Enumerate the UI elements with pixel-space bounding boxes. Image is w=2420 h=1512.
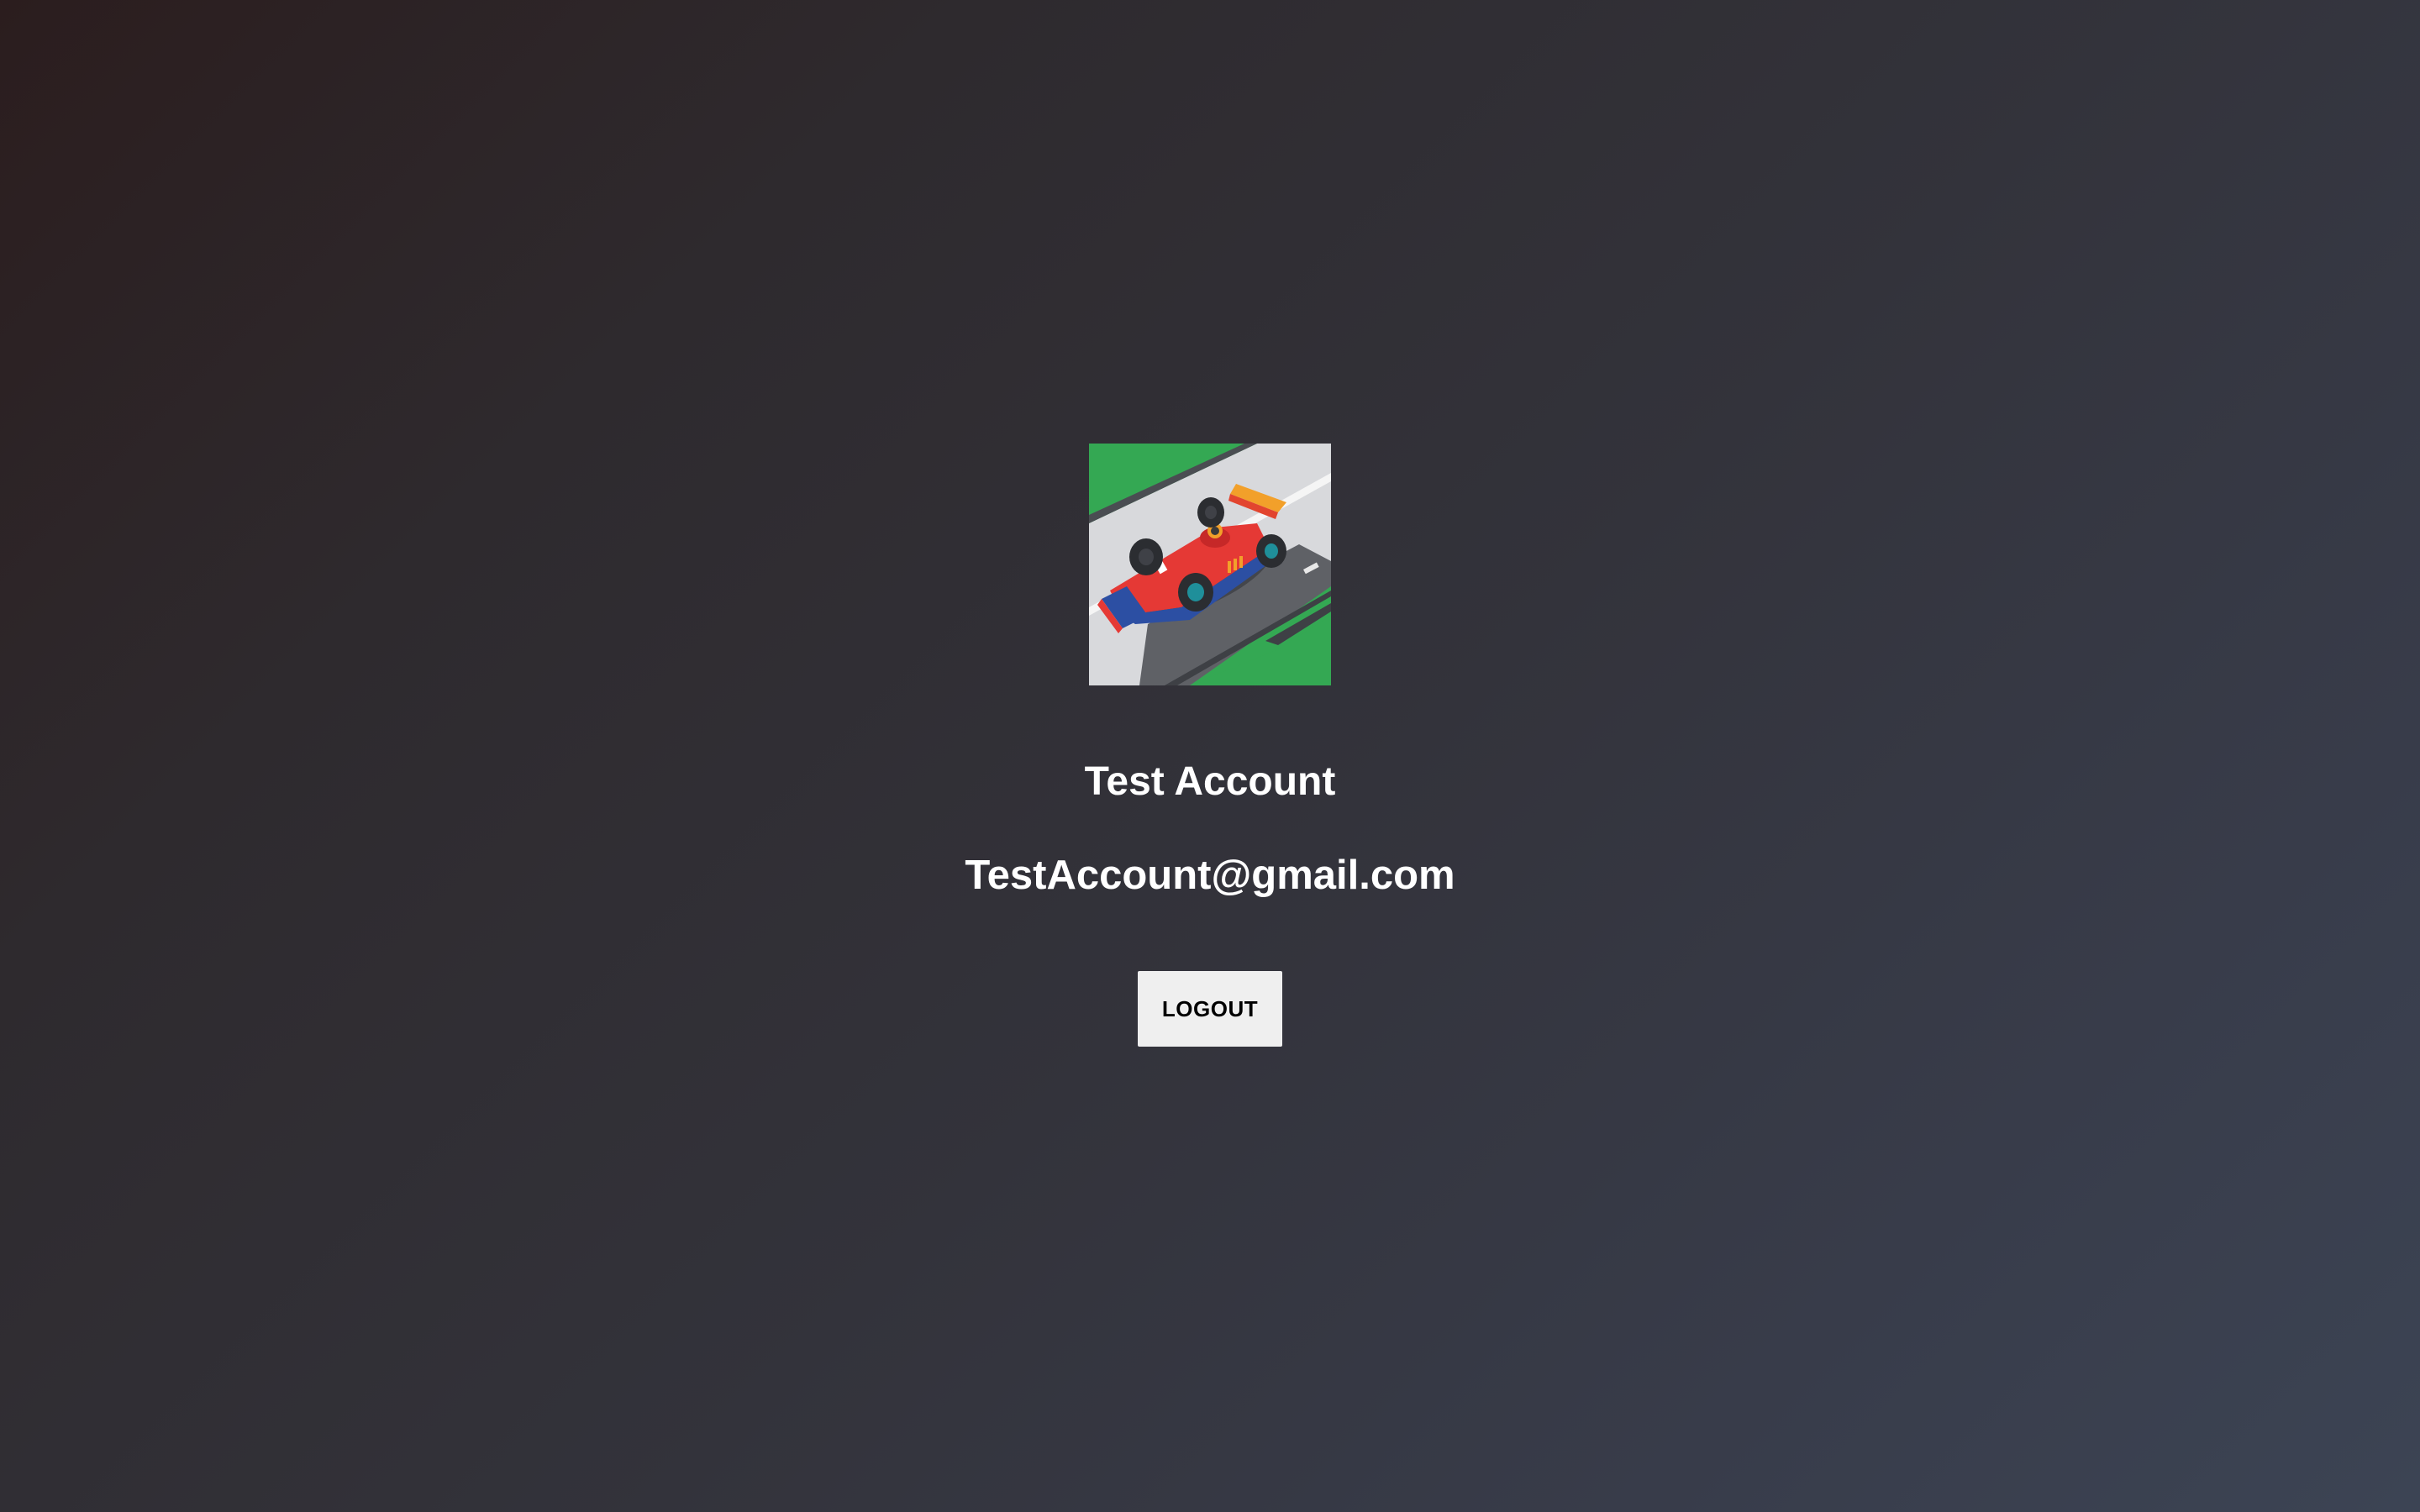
- logout-button[interactable]: LOGOUT: [1138, 971, 1282, 1047]
- race-car-avatar-icon: [1089, 444, 1331, 685]
- account-name: Test Account: [1084, 759, 1336, 804]
- account-email: TestAccount@gmail.com: [965, 853, 1455, 898]
- profile-panel: Test Account TestAccount@gmail.com LOGOU…: [0, 0, 2420, 1512]
- profile-avatar: [1089, 444, 1331, 685]
